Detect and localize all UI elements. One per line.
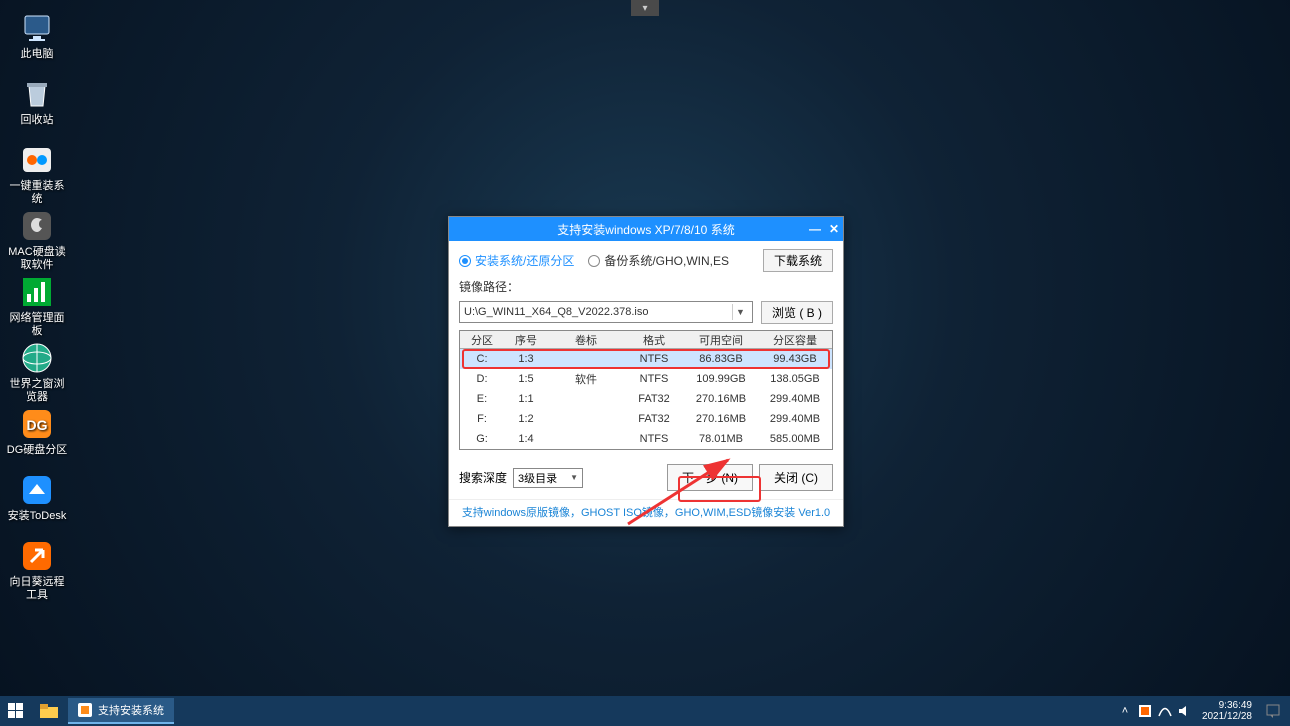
browse-button[interactable]: 浏览 ( B ): [761, 301, 833, 324]
desktop-icon-network-panel[interactable]: 网络管理面板: [6, 274, 68, 338]
search-depth-combo[interactable]: 3级目录 ▼: [513, 468, 583, 488]
path-label: 镜像路径：: [459, 278, 833, 295]
desktop-icon-this-pc[interactable]: 此电脑: [6, 10, 68, 61]
close-button[interactable]: ✕: [829, 222, 839, 236]
partition-row[interactable]: F:1:2FAT32270.16MB299.40MB: [460, 409, 832, 429]
desktop-icon-dg-partition[interactable]: DG DG硬盘分区: [6, 406, 68, 457]
desktop-icon-label: 安装ToDesk: [6, 510, 68, 523]
radio-install-restore[interactable]: 安装系统/还原分区: [459, 252, 574, 269]
desktop-icon-label: 向日葵远程工具: [6, 576, 68, 602]
partition-row[interactable]: G:1:4NTFS78.01MB585.00MB: [460, 429, 832, 449]
next-step-button[interactable]: 下一步 (N): [667, 464, 753, 491]
desktop-icon-label: 世界之窗浏览器: [6, 378, 68, 404]
windows-logo-icon: [8, 703, 24, 719]
taskbar: 支持安装系统 ˄ 9:36:49 2021/12/28: [0, 696, 1290, 726]
network-panel-icon: [19, 274, 55, 310]
partition-row[interactable]: E:1:1FAT32270.16MB299.40MB: [460, 389, 832, 409]
desktop-icon-label: 网络管理面板: [6, 312, 68, 338]
tray-volume-icon[interactable]: [1178, 704, 1192, 718]
desktop-icon-recycle-bin[interactable]: 回收站: [6, 76, 68, 127]
search-depth-label: 搜索深度: [459, 469, 507, 486]
start-button[interactable]: [0, 696, 32, 726]
notifications-button[interactable]: [1262, 696, 1284, 726]
desktop-icon-mac-disk-reader[interactable]: MAC硬盘读取软件: [6, 208, 68, 272]
desktop-icon-install-todesk[interactable]: 安装ToDesk: [6, 472, 68, 523]
radio-backup[interactable]: 备份系统/GHO,WIN,ES: [588, 252, 729, 269]
notification-icon: [1266, 704, 1280, 718]
mac-disk-reader-icon: [19, 208, 55, 244]
folder-icon: [40, 704, 58, 718]
desktop-icon-label: 一键重装系统: [6, 180, 68, 206]
desktop-icon-world-browser[interactable]: 世界之窗浏览器: [6, 340, 68, 404]
taskbar-app-installer[interactable]: 支持安装系统: [68, 698, 174, 724]
one-key-install-icon: [19, 142, 55, 178]
dg-partition-icon: DG: [19, 406, 55, 442]
chevron-down-icon: ▾: [642, 3, 647, 14]
image-path-combo[interactable]: U:\G_WIN11_X64_Q8_V2022.378.iso ▼: [459, 301, 753, 323]
dropdown-arrow-icon: ▼: [570, 473, 578, 482]
table-header: 分区 序号 卷标 格式 可用空间 分区容量: [460, 331, 832, 349]
install-todesk-icon: [19, 472, 55, 508]
partition-table: 分区 序号 卷标 格式 可用空间 分区容量 C:1:3NTFS86.83GB99…: [459, 330, 833, 450]
this-pc-icon: [19, 10, 55, 46]
recycle-bin-icon: [19, 76, 55, 112]
desktop-icon-one-key-install[interactable]: 一键重装系统: [6, 142, 68, 206]
desktop-icon-label: DG硬盘分区: [6, 444, 68, 457]
close-dialog-button[interactable]: 关闭 (C): [759, 464, 833, 491]
sunflower-remote-icon: [19, 538, 55, 574]
image-path-value: U:\G_WIN11_X64_Q8_V2022.378.iso: [464, 306, 648, 318]
taskbar-clock[interactable]: 9:36:49 2021/12/28: [1198, 700, 1256, 722]
svg-text:DG: DG: [27, 417, 48, 433]
file-explorer-button[interactable]: [32, 696, 66, 726]
dropdown-arrow-icon: ▼: [732, 304, 748, 320]
desktop-icon-label: 回收站: [6, 114, 68, 127]
tray-up-icon[interactable]: ˄: [1118, 704, 1132, 718]
tray-app-icon[interactable]: [1138, 704, 1152, 718]
world-browser-icon: [19, 340, 55, 376]
desktop-icon-label: 此电脑: [6, 48, 68, 61]
partition-row[interactable]: C:1:3NTFS86.83GB99.43GB: [460, 349, 832, 369]
tray-network-icon[interactable]: [1158, 704, 1172, 718]
desktop-icon-sunflower-remote[interactable]: 向日葵远程工具: [6, 538, 68, 602]
radio-dot-icon: [588, 255, 600, 267]
dialog-titlebar[interactable]: 支持安装windows XP/7/8/10 系统 — ✕: [449, 217, 843, 241]
top-pull-down-handle[interactable]: ▾: [631, 0, 659, 16]
app-icon: [78, 703, 92, 717]
install-dialog: 支持安装windows XP/7/8/10 系统 — ✕ 安装系统/还原分区 备…: [448, 216, 844, 527]
download-system-button[interactable]: 下载系统: [763, 249, 833, 272]
dialog-title: 支持安装windows XP/7/8/10 系统: [557, 221, 734, 238]
radio-dot-icon: [459, 255, 471, 267]
partition-row[interactable]: D:1:5软件NTFS109.99GB138.05GB: [460, 369, 832, 389]
minimize-button[interactable]: —: [809, 222, 821, 236]
dialog-footer-text: 支持windows原版镜像，GHOST ISO镜像，GHO,WIM,ESD镜像安…: [449, 499, 843, 526]
desktop-icon-label: MAC硬盘读取软件: [6, 246, 68, 272]
